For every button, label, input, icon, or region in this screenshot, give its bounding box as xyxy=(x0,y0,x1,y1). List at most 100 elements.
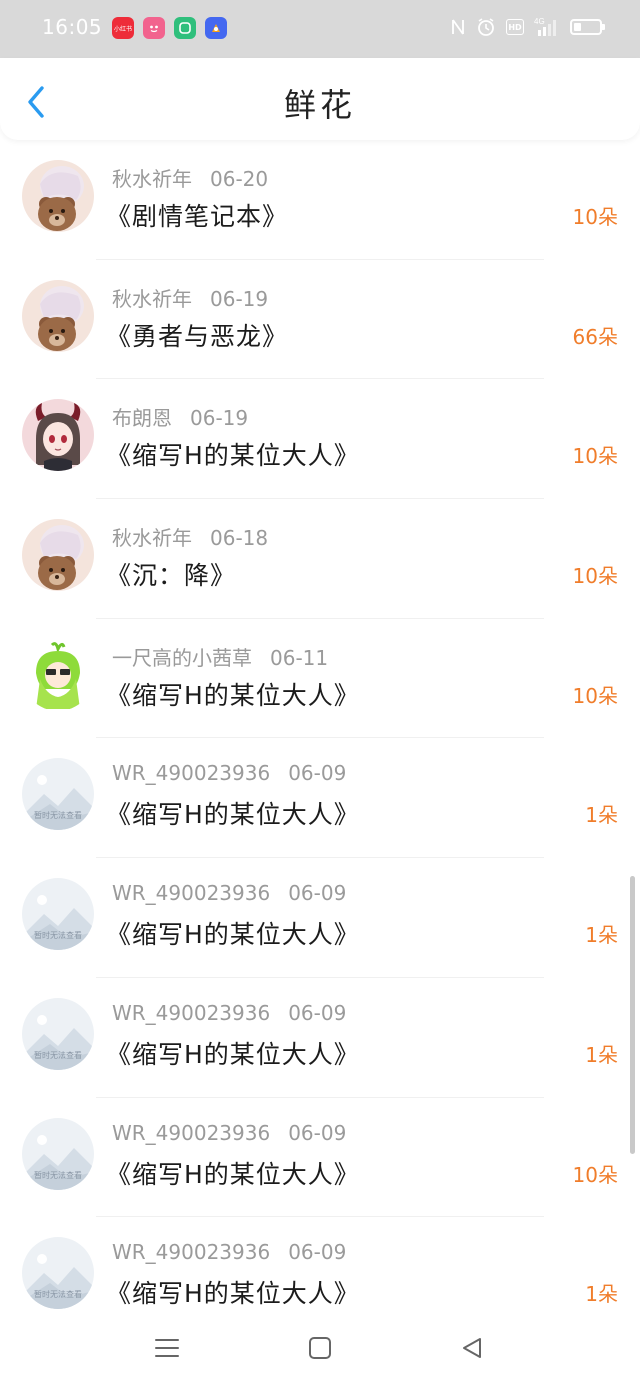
username[interactable]: 秋水祈年 xyxy=(112,167,192,191)
flower-count: 1朵 xyxy=(585,1042,618,1067)
list-item[interactable]: 布朗恩 06-19 《缩写H的某位大人》 10朵 xyxy=(0,379,640,500)
battery-icon xyxy=(570,19,605,35)
home-button[interactable] xyxy=(300,1328,340,1368)
book-title[interactable]: 《缩写H的某位大人》 xyxy=(106,676,360,712)
flower-count: 1朵 xyxy=(585,923,618,948)
list-item[interactable]: 秋水祈年 06-19 《勇者与恶龙》 66朵 xyxy=(0,260,640,380)
item-meta: 一尺高的小茜草 06-11 xyxy=(112,642,328,671)
flower-count: 10朵 xyxy=(572,683,618,708)
triangle-back-icon xyxy=(463,1338,481,1358)
date: 06-11 xyxy=(270,645,329,670)
alarm-icon xyxy=(476,17,496,37)
avatar[interactable] xyxy=(22,399,94,472)
book-title[interactable]: 《缩写H的某位大人》 xyxy=(106,915,360,951)
network-label: 4G xyxy=(534,17,545,26)
system-back-button[interactable] xyxy=(452,1328,492,1368)
book-title[interactable]: 《缩写H的某位大人》 xyxy=(106,436,360,472)
list-item[interactable]: 暂时无法查看 WR_490023936 06-09 《缩写H的某位大人》 1朵 xyxy=(0,738,640,859)
username[interactable]: WR_490023936 xyxy=(112,1240,270,1264)
username[interactable]: 布朗恩 xyxy=(112,406,172,430)
flower-list: 秋水祈年 06-20 《剧情笔记本》 10朵 秋水祈年 06-19 《勇者与恶龙》 66朵 布朗… xyxy=(0,140,640,1337)
username[interactable]: WR_490023936 xyxy=(112,761,270,785)
avatar[interactable] xyxy=(22,638,94,711)
username[interactable]: WR_490023936 xyxy=(112,1001,270,1025)
book-title[interactable]: 《缩写H的某位大人》 xyxy=(106,1035,360,1071)
username[interactable]: 一尺高的小茜草 xyxy=(112,646,252,670)
item-meta: 秋水祈年 06-19 xyxy=(112,283,268,312)
notification-app-icons: 小红书 xyxy=(112,17,227,39)
list-item[interactable]: 秋水祈年 06-18 《沉：降》 10朵 xyxy=(0,499,640,619)
status-time: 16:05 xyxy=(42,15,103,39)
item-meta: WR_490023936 06-09 xyxy=(112,1240,346,1264)
book-title[interactable]: 《剧情笔记本》 xyxy=(106,197,288,233)
avatar-placeholder-text: 暂时无法查看 xyxy=(34,1290,82,1300)
date: 06-09 xyxy=(288,881,347,906)
item-meta: 布朗恩 06-19 xyxy=(112,402,248,431)
date: 06-18 xyxy=(210,526,269,551)
battery-fill xyxy=(574,23,582,31)
list-item[interactable]: 暂时无法查看 WR_490023936 06-09 《缩写H的某位大人》 1朵 xyxy=(0,978,640,1098)
avatar[interactable]: 暂时无法查看 xyxy=(22,1237,94,1310)
book-title[interactable]: 《缩写H的某位大人》 xyxy=(106,1274,360,1310)
avatar-placeholder-text: 暂时无法查看 xyxy=(34,931,82,941)
item-meta: WR_490023936 06-09 xyxy=(112,881,346,905)
book-title[interactable]: 《沉：降》 xyxy=(106,556,236,592)
status-indicators: HD 4G xyxy=(450,16,605,38)
username[interactable]: WR_490023936 xyxy=(112,1121,270,1145)
item-meta: WR_490023936 06-09 xyxy=(112,761,346,785)
item-meta: 秋水祈年 06-20 xyxy=(112,163,268,192)
flower-count: 1朵 xyxy=(585,803,618,828)
flower-count: 10朵 xyxy=(572,205,618,229)
menu-button[interactable] xyxy=(147,1328,187,1368)
green-app-icon xyxy=(174,17,196,39)
avatar-placeholder-text: 暂时无法查看 xyxy=(34,1170,82,1180)
square-home-icon xyxy=(309,1337,331,1359)
pink-app-icon xyxy=(143,17,165,39)
avatar[interactable]: 暂时无法查看 xyxy=(22,997,94,1070)
avatar[interactable]: 暂时无法查看 xyxy=(22,758,94,831)
scrollbar[interactable] xyxy=(630,876,635,1154)
nfc-icon xyxy=(450,18,466,36)
avatar[interactable]: 暂时无法查看 xyxy=(22,1117,94,1190)
date: 06-19 xyxy=(190,406,249,431)
date: 06-19 xyxy=(210,286,269,311)
xiaohongshu-icon: 小红书 xyxy=(112,17,134,39)
page-title: 鲜花 xyxy=(283,86,356,124)
list-item[interactable]: 秋水祈年 06-20 《剧情笔记本》 10朵 xyxy=(0,140,640,260)
book-title[interactable]: 《勇者与恶龙》 xyxy=(106,317,288,353)
flower-count: 66朵 xyxy=(572,324,618,349)
avatar[interactable]: 暂时无法查看 xyxy=(22,878,94,951)
item-meta: WR_490023936 06-09 xyxy=(112,1121,346,1145)
flower-count: 10朵 xyxy=(572,564,618,589)
system-nav-bar xyxy=(0,1310,640,1387)
username[interactable]: 秋水祈年 xyxy=(112,526,192,550)
list-item[interactable]: 暂时无法查看 WR_490023936 06-09 《缩写H的某位大人》 10朵 xyxy=(0,1098,640,1218)
book-title[interactable]: 《缩写H的某位大人》 xyxy=(106,1155,360,1191)
avatar[interactable] xyxy=(22,279,94,352)
flower-count: 1朵 xyxy=(585,1282,618,1307)
avatar-placeholder-text: 暂时无法查看 xyxy=(34,1050,82,1060)
blue-app-icon xyxy=(205,17,227,39)
avatar[interactable] xyxy=(22,519,94,592)
flower-count: 10朵 xyxy=(572,1162,618,1187)
username[interactable]: 秋水祈年 xyxy=(112,287,192,311)
date: 06-09 xyxy=(288,1120,347,1145)
signal-icon: 4G xyxy=(534,16,560,38)
status-bar: 16:05 小红书 HD 4G xyxy=(0,0,640,58)
date: 06-09 xyxy=(288,761,347,786)
avatar-placeholder-text: 暂时无法查看 xyxy=(34,811,82,821)
menu-icon xyxy=(155,1339,179,1357)
top-app-bar: 鲜花 xyxy=(0,58,640,140)
hd-icon: HD xyxy=(506,19,524,35)
list-item[interactable]: 暂时无法查看 WR_490023936 06-09 《缩写H的某位大人》 1朵 xyxy=(0,858,640,978)
book-title[interactable]: 《缩写H的某位大人》 xyxy=(106,795,360,831)
date: 06-09 xyxy=(288,1000,347,1025)
date: 06-09 xyxy=(288,1240,347,1265)
item-meta: 秋水祈年 06-18 xyxy=(112,522,268,551)
flower-count: 10朵 xyxy=(572,444,618,469)
username[interactable]: WR_490023936 xyxy=(112,881,270,905)
item-meta: WR_490023936 06-09 xyxy=(112,1001,346,1025)
date: 06-20 xyxy=(210,167,269,191)
list-item[interactable]: 一尺高的小茜草 06-11 《缩写H的某位大人》 10朵 xyxy=(0,619,640,739)
avatar[interactable] xyxy=(22,160,94,232)
